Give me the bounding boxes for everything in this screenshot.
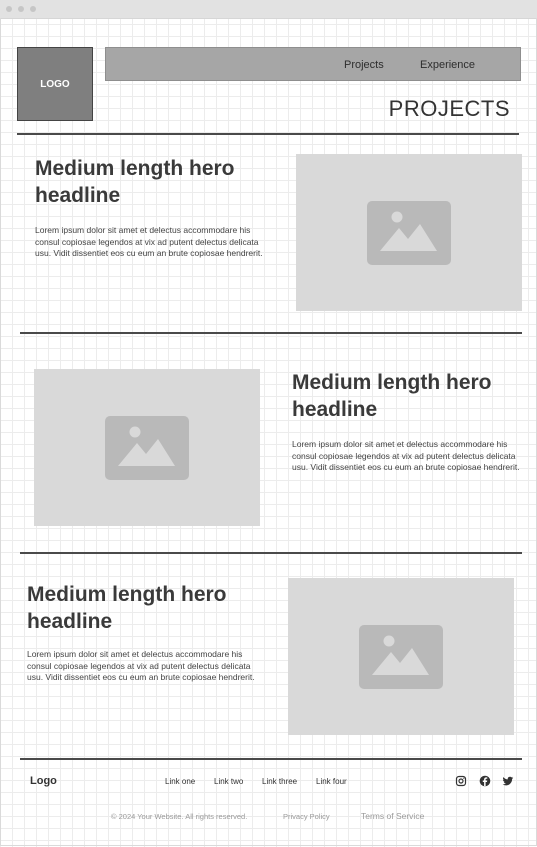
window-minimize-button[interactable]	[18, 6, 24, 12]
nav-link-experience[interactable]: Experience	[420, 59, 475, 71]
section-body: Lorem ipsum dolor sit amet et delectus a…	[27, 649, 255, 682]
image-placeholder	[288, 578, 514, 735]
section-headline: Medium length hero headline	[292, 371, 492, 421]
footer-link-four[interactable]: Link four	[316, 777, 347, 786]
footer-link-two[interactable]: Link two	[214, 777, 243, 786]
header-divider	[17, 133, 519, 135]
footer-logo[interactable]: Logo	[30, 775, 57, 787]
footer-link-three[interactable]: Link three	[262, 777, 297, 786]
terms-of-service-link[interactable]: Terms of Service	[361, 811, 424, 821]
image-placeholder-icon	[367, 200, 451, 265]
image-placeholder	[296, 154, 522, 311]
facebook-icon[interactable]	[479, 775, 491, 787]
window-maximize-button[interactable]	[30, 6, 36, 12]
privacy-policy-link[interactable]: Privacy Policy	[283, 812, 330, 821]
twitter-icon[interactable]	[502, 775, 514, 787]
nav-link-projects[interactable]: Projects	[344, 59, 384, 71]
logo-text: LOGO	[40, 78, 70, 90]
footer-link-one[interactable]: Link one	[165, 777, 195, 786]
logo[interactable]: LOGO	[17, 47, 93, 121]
section-body: Lorem ipsum dolor sit amet et delectus a…	[292, 439, 520, 472]
section-body: Lorem ipsum dolor sit amet et delectus a…	[35, 225, 263, 258]
copyright-text: © 2024 Your Website. All rights reserved…	[111, 812, 248, 821]
section-headline: Medium length hero headline	[35, 157, 235, 207]
image-placeholder	[34, 369, 260, 526]
window-titlebar	[0, 0, 537, 19]
nav-bar: Projects Experience	[105, 47, 521, 81]
section-divider	[20, 332, 522, 334]
section-divider	[20, 552, 522, 554]
window-close-button[interactable]	[6, 6, 12, 12]
image-placeholder-icon	[105, 415, 189, 480]
page-title: PROJECTS	[388, 96, 510, 121]
image-placeholder-icon	[359, 624, 443, 689]
instagram-icon[interactable]	[455, 775, 467, 787]
footer-divider	[20, 758, 522, 760]
section-headline: Medium length hero headline	[27, 583, 227, 633]
